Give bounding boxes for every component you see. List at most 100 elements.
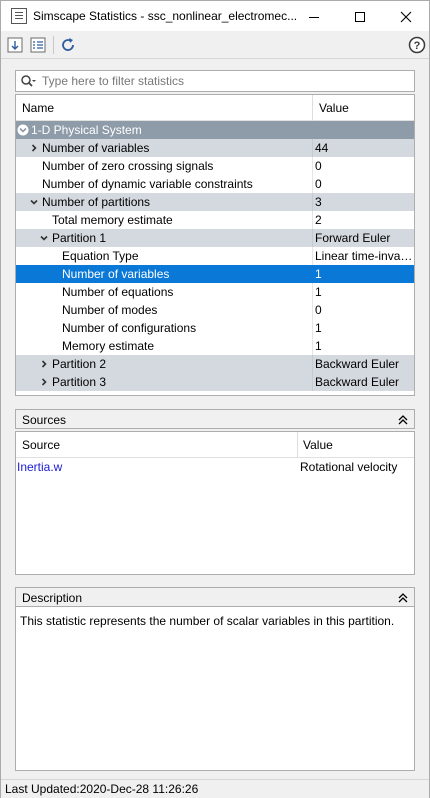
refresh-button[interactable] [58, 35, 78, 55]
minimize-button[interactable] [291, 1, 337, 31]
statistics-row[interactable]: Partition 2 Backward Euler [16, 355, 414, 373]
maximize-button[interactable] [337, 1, 383, 31]
maximize-icon [355, 12, 365, 23]
column-header-source[interactable]: Source [22, 438, 60, 452]
close-button[interactable] [383, 1, 429, 31]
last-updated-text: Last Updated:2020-Dec-28 11:26:26 [5, 782, 199, 796]
cell-divider [312, 175, 313, 193]
cell-divider [312, 319, 313, 337]
window-title: Simscape Statistics - ssc_nonlinear_elec… [33, 9, 298, 23]
statistic-name: 1-D Physical System [31, 123, 142, 137]
statistics-row[interactable]: Number of dynamic variable constraints 0 [16, 175, 414, 193]
statistics-window-icon [11, 8, 27, 24]
statistic-value: 1 [315, 285, 322, 299]
cell-divider [312, 355, 313, 373]
statistic-name: Partition 2 [52, 357, 107, 371]
statistics-row[interactable]: Number of equations 1 [16, 283, 414, 301]
cell-divider [312, 337, 313, 355]
cell-divider [312, 193, 313, 211]
sources-title: Sources [22, 413, 67, 427]
cell-divider [312, 229, 313, 247]
cell-divider [312, 247, 313, 265]
expand-arrow-icon[interactable] [28, 142, 40, 154]
refresh-icon [62, 38, 74, 51]
column-divider[interactable] [312, 95, 313, 121]
statistic-value: 0 [315, 159, 322, 173]
source-link[interactable]: Inertia.w [17, 458, 62, 476]
statistic-name: Total memory estimate [52, 213, 173, 227]
statistic-value: 1 [315, 339, 322, 353]
expand-arrow-icon[interactable] [38, 376, 50, 388]
cell-divider [312, 265, 313, 283]
column-header-name[interactable]: Name [22, 101, 54, 115]
column-divider[interactable] [297, 432, 298, 458]
statistic-name: Number of equations [62, 285, 174, 299]
search-icon[interactable] [20, 74, 36, 90]
filter-input[interactable] [42, 73, 402, 89]
description-section-header[interactable]: Description [15, 587, 415, 607]
statistic-name: Memory estimate [62, 339, 155, 353]
source-value: Rotational velocity [300, 460, 398, 474]
statistic-value: 3 [315, 195, 322, 209]
statistic-value: 0 [315, 303, 322, 317]
statistic-name: Partition 1 [52, 231, 107, 245]
statistic-name: Number of variables [62, 267, 170, 281]
statistics-rows: 1-D Physical System Number of variables 44… [16, 121, 414, 391]
cell-divider [312, 283, 313, 301]
expand-all-icon [7, 37, 23, 53]
toolbar: ? [1, 31, 429, 59]
statistics-row[interactable]: 1-D Physical System [16, 121, 414, 139]
column-header-value[interactable]: Value [319, 101, 349, 115]
statistic-name: Number of zero crossing signals [42, 159, 214, 173]
toolbar-separator [53, 36, 54, 54]
help-button[interactable]: ? [407, 35, 427, 55]
collapse-arrow-icon[interactable] [28, 196, 40, 208]
statistics-row[interactable]: Number of partitions 3 [16, 193, 414, 211]
statistics-row[interactable]: Number of variables 44 [16, 139, 414, 157]
statistics-header: Name Value [16, 95, 414, 121]
close-icon [400, 11, 412, 23]
collapse-arrow-icon[interactable] [38, 232, 50, 244]
expand-arrow-icon[interactable] [38, 358, 50, 370]
statistics-table: Name Value 1-D Physical System Number of … [15, 94, 415, 396]
statistics-row[interactable]: Partition 1 Forward Euler [16, 229, 414, 247]
statistics-row[interactable]: Total memory estimate 2 [16, 211, 414, 229]
statistic-value: Backward Euler [315, 375, 400, 389]
cell-divider [312, 301, 313, 319]
statistic-value: Forward Euler [315, 231, 391, 245]
expand-all-button[interactable] [5, 35, 25, 55]
source-row[interactable]: Inertia.w Rotational velocity [16, 458, 414, 476]
statistics-row[interactable]: Number of modes 0 [16, 301, 414, 319]
minimize-icon [309, 16, 319, 18]
collapse-description-icon[interactable] [398, 588, 408, 608]
status-bar: Last Updated:2020-Dec-28 11:26:26 [1, 779, 429, 798]
cell-divider [312, 373, 313, 391]
list-details-icon [30, 37, 46, 53]
cell-divider [312, 139, 313, 157]
statistics-row[interactable]: Memory estimate 1 [16, 337, 414, 355]
statistic-value: Linear time-invariant [315, 249, 414, 263]
collapse-sources-icon[interactable] [398, 410, 408, 430]
statistic-name: Number of dynamic variable constraints [42, 177, 253, 191]
statistic-name: Number of configurations [62, 321, 197, 335]
statistic-value: 2 [315, 213, 322, 227]
statistics-row[interactable]: Number of configurations 1 [16, 319, 414, 337]
statistics-row[interactable]: Partition 3 Backward Euler [16, 373, 414, 391]
column-header-source-value[interactable]: Value [303, 438, 333, 452]
statistics-row[interactable]: Equation Type Linear time-invariant [16, 247, 414, 265]
statistic-name: Number of modes [62, 303, 158, 317]
filter-box [15, 70, 415, 92]
cell-divider [312, 211, 313, 229]
description-box: This statistic represents the number of … [15, 606, 415, 771]
statistics-window: Simscape Statistics - ssc_nonlinear_elec… [0, 0, 430, 798]
cell-divider [312, 157, 313, 175]
list-details-button[interactable] [28, 35, 48, 55]
sources-table: Source Value Inertia.w Rotational veloci… [15, 431, 415, 575]
collapse-arrow-icon[interactable] [17, 124, 29, 136]
statistic-value: Backward Euler [315, 357, 400, 371]
sources-section-header[interactable]: Sources [15, 409, 415, 429]
statistic-value: 1 [315, 321, 322, 335]
statistics-row[interactable]: Number of variables 1 [16, 265, 414, 283]
statistics-row[interactable]: Number of zero crossing signals 0 [16, 157, 414, 175]
sources-header: Source Value [16, 432, 414, 458]
